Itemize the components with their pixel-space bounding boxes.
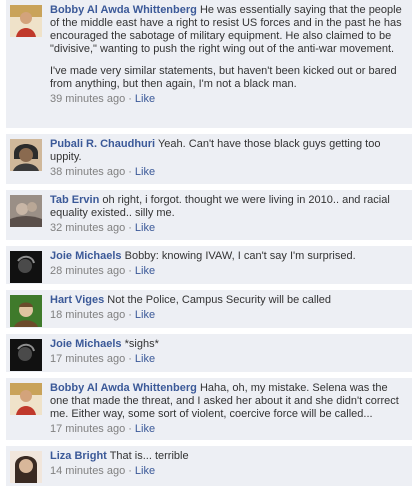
separator-dot: ·: [128, 265, 132, 277]
comment-author[interactable]: Bobby Al Awda Whittenberg: [50, 382, 197, 394]
comment-body: Joie Michaels *sighs* 17 minutes ago · Lik…: [50, 338, 408, 366]
comment-meta: 38 minutes ago · Like: [50, 166, 408, 179]
comment: Liza Bright That is... terrible 14 minut…: [6, 446, 412, 486]
like-link[interactable]: Like: [135, 423, 155, 435]
comment-timestamp[interactable]: 17 minutes ago: [50, 423, 125, 435]
avatar[interactable]: [10, 339, 42, 371]
comment-meta: 28 minutes ago · Like: [50, 265, 408, 278]
comment-timestamp[interactable]: 32 minutes ago: [50, 222, 125, 234]
separator-dot: ·: [128, 309, 132, 321]
separator-dot: ·: [128, 166, 132, 178]
comment: Bobby Al Awda Whittenberg He was essenti…: [6, 0, 412, 128]
comment-text: Not the Police, Campus Security will be …: [107, 294, 332, 306]
comment-meta: 17 minutes ago · Like: [50, 423, 408, 436]
comment-author[interactable]: Hart Viges: [50, 294, 104, 306]
comment: Joie Michaels Bobby: knowing IVAW, I can…: [6, 246, 412, 284]
like-link[interactable]: Like: [135, 222, 155, 234]
separator-dot: ·: [128, 353, 132, 365]
comment: Bobby Al Awda Whittenberg Haha, oh, my m…: [6, 378, 412, 440]
comment-text-paragraph: I've made very similar statements, but h…: [50, 65, 397, 90]
comment-text: Bobby: knowing IVAW, I can't say I'm sur…: [124, 250, 356, 262]
comment-timestamp[interactable]: 14 minutes ago: [50, 465, 125, 477]
comment-text: That is... terrible: [109, 450, 189, 462]
avatar[interactable]: [10, 295, 42, 327]
separator-dot: ·: [128, 465, 132, 477]
avatar[interactable]: [10, 251, 42, 283]
comment-body: Liza Bright That is... terrible 14 minut…: [50, 450, 408, 478]
comment: Pubali R. Chaudhuri Yeah. Can't have tho…: [6, 134, 412, 184]
comment-author[interactable]: Joie Michaels: [50, 338, 122, 350]
comment-author[interactable]: Pubali R. Chaudhuri: [50, 138, 155, 150]
comment-text: *sighs*: [124, 338, 159, 350]
comment-timestamp[interactable]: 39 minutes ago: [50, 93, 125, 105]
comment-body: Tab Ervin oh right, i forgot. thought we…: [50, 194, 408, 235]
like-link[interactable]: Like: [135, 309, 155, 321]
comment-meta: 18 minutes ago · Like: [50, 309, 408, 322]
comment-meta: 14 minutes ago · Like: [50, 465, 408, 478]
comment-body: Bobby Al Awda Whittenberg Haha, oh, my m…: [50, 382, 408, 436]
like-link[interactable]: Like: [135, 265, 155, 277]
comment-text: oh right, i forgot. thought we were livi…: [50, 194, 390, 219]
comment-author[interactable]: Bobby Al Awda Whittenberg: [50, 4, 197, 16]
comment-timestamp[interactable]: 38 minutes ago: [50, 166, 125, 178]
comment: Joie Michaels *sighs* 17 minutes ago · Lik…: [6, 334, 412, 372]
like-link[interactable]: Like: [135, 166, 155, 178]
avatar[interactable]: [10, 5, 42, 37]
comment-body: Pubali R. Chaudhuri Yeah. Can't have tho…: [50, 138, 408, 179]
comment: Hart Viges Not the Police, Campus Securi…: [6, 290, 412, 328]
like-link[interactable]: Like: [135, 93, 155, 105]
comment-body: Joie Michaels Bobby: knowing IVAW, I can…: [50, 250, 408, 278]
avatar[interactable]: [10, 383, 42, 415]
avatar[interactable]: [10, 195, 42, 227]
comment: Tab Ervin oh right, i forgot. thought we…: [6, 190, 412, 240]
avatar[interactable]: [10, 451, 42, 483]
comment-meta: 39 minutes ago · Like: [50, 93, 408, 106]
comment-meta: 32 minutes ago · Like: [50, 222, 408, 235]
avatar[interactable]: [10, 139, 42, 171]
comment-meta: 17 minutes ago · Like: [50, 353, 408, 366]
like-link[interactable]: Like: [135, 465, 155, 477]
comment-timestamp[interactable]: 28 minutes ago: [50, 265, 125, 277]
separator-dot: ·: [128, 93, 132, 105]
comment-body: Bobby Al Awda Whittenberg He was essenti…: [50, 4, 408, 106]
comment-author[interactable]: Liza Bright: [50, 450, 107, 462]
separator-dot: ·: [128, 423, 132, 435]
comment-body: Hart Viges Not the Police, Campus Securi…: [50, 294, 408, 322]
comment-timestamp[interactable]: 17 minutes ago: [50, 353, 125, 365]
separator-dot: ·: [128, 222, 132, 234]
comment-timestamp[interactable]: 18 minutes ago: [50, 309, 125, 321]
like-link[interactable]: Like: [135, 353, 155, 365]
comment-author[interactable]: Joie Michaels: [50, 250, 122, 262]
comment-author[interactable]: Tab Ervin: [50, 194, 99, 206]
